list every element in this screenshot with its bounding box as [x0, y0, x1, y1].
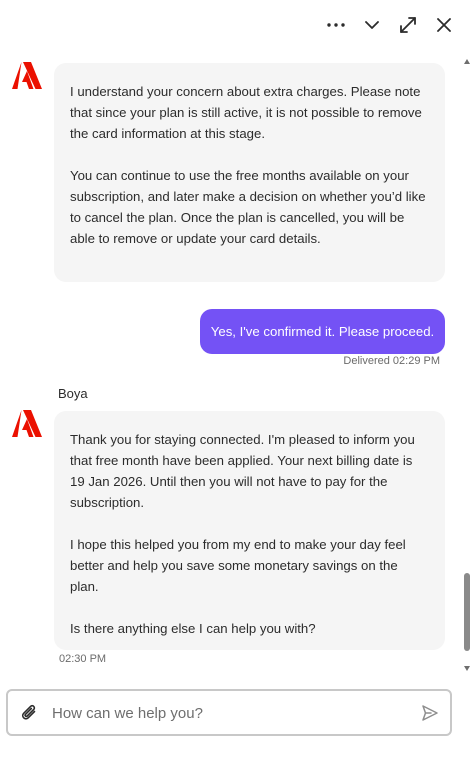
send-icon	[422, 705, 438, 721]
attach-button[interactable]	[20, 703, 40, 723]
message-text: I understand your concern about extra ch…	[70, 84, 422, 141]
send-button[interactable]	[420, 703, 440, 723]
message-input[interactable]	[50, 697, 414, 730]
user-message-bubble: Yes, I've confirmed it. Please proceed.	[200, 309, 445, 354]
scrollbar[interactable]	[462, 55, 472, 673]
agent-message-bubble: I understand your concern about extra ch…	[54, 63, 445, 282]
close-button[interactable]	[430, 11, 458, 39]
expand-arrows-icon	[400, 17, 416, 33]
agent-message-bubble: Thank you for staying connected. I'm ple…	[54, 411, 445, 650]
close-icon	[437, 18, 451, 32]
adobe-logo-icon	[12, 62, 42, 90]
scroll-down-arrow-icon[interactable]	[464, 666, 470, 671]
delivery-status: Delivered 02:29 PM	[343, 355, 440, 367]
chat-header	[0, 0, 472, 50]
conversation-area[interactable]: I understand your concern about extra ch…	[0, 50, 462, 675]
agent-name: Boya	[58, 386, 88, 401]
message-text: Is there anything else I can help you wi…	[70, 621, 316, 636]
message-text: I hope this helped you from my end to ma…	[70, 537, 406, 594]
message-timestamp: 02:30 PM	[59, 653, 107, 665]
message-composer	[6, 689, 452, 736]
scroll-up-arrow-icon[interactable]	[464, 59, 470, 64]
message-text: You can continue to use the free months …	[70, 168, 426, 246]
adobe-logo-icon	[12, 410, 42, 438]
more-options-button[interactable]	[322, 11, 350, 39]
paperclip-icon	[21, 704, 36, 720]
minimize-button[interactable]	[358, 11, 386, 39]
more-horizontal-icon	[327, 23, 345, 27]
scrollbar-thumb[interactable]	[464, 573, 470, 651]
expand-button[interactable]	[394, 11, 422, 39]
chevron-down-icon	[365, 21, 379, 29]
message-text: Thank you for staying connected. I'm ple…	[70, 432, 415, 510]
